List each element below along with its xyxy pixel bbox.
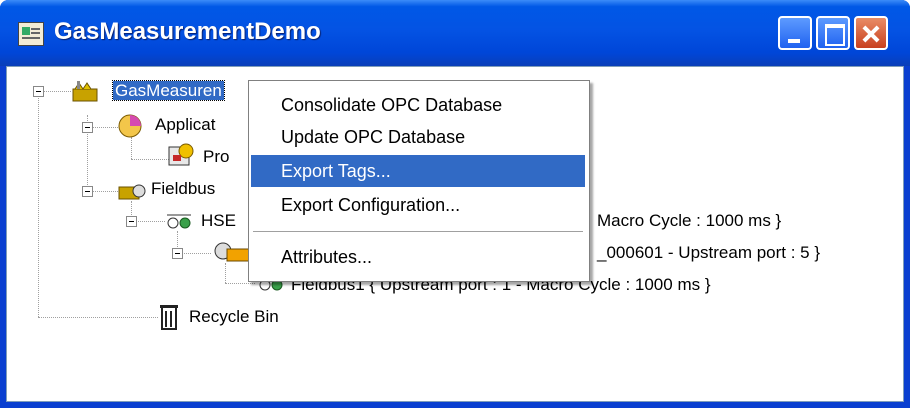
minimize-button[interactable]	[778, 16, 812, 50]
device-icon	[214, 242, 250, 262]
menu-item-consolidate-opc-database[interactable]: Consolidate OPC Database	[251, 89, 585, 121]
collapse-hse-toggle[interactable]	[126, 216, 137, 227]
menu-item-update-opc-database[interactable]: Update OPC Database	[251, 121, 585, 153]
tree-node-device-details: _000601 - Upstream port : 5 }	[597, 243, 821, 262]
maximize-button[interactable]	[816, 16, 850, 50]
collapse-fieldbus-toggle[interactable]	[82, 186, 93, 197]
collapse-application-toggle[interactable]	[82, 122, 93, 133]
app-window: GasMeasurementDemo GasMeasuren Applicat …	[0, 0, 910, 408]
context-menu: Consolidate OPC Database Update OPC Data…	[248, 80, 590, 282]
menu-item-export-tags[interactable]: Export Tags...	[251, 155, 585, 187]
app-icon[interactable]	[18, 22, 44, 46]
tree-node-fieldbus[interactable]: Fieldbus	[151, 179, 215, 199]
menu-separator	[253, 231, 583, 232]
close-button[interactable]	[854, 16, 888, 50]
tree-node-application[interactable]: Applicat	[155, 115, 215, 135]
menu-item-attributes[interactable]: Attributes...	[251, 241, 585, 273]
title-bar[interactable]: GasMeasurementDemo	[0, 0, 910, 66]
menu-item-export-configuration[interactable]: Export Configuration...	[251, 189, 585, 221]
tree-node-recycle-bin[interactable]: Recycle Bin	[189, 307, 279, 327]
plant-icon	[72, 81, 98, 102]
tree-node-root[interactable]: GasMeasuren	[112, 80, 225, 101]
fieldbus-icon	[118, 184, 146, 200]
hse-network-icon	[167, 214, 191, 229]
recycle-bin-icon	[160, 305, 178, 330]
application-icon	[118, 114, 142, 138]
tree-node-hse-details: Macro Cycle : 1000 ms }	[597, 211, 782, 230]
program-icon	[168, 143, 194, 166]
window-title: GasMeasurementDemo	[54, 18, 321, 45]
tree-node-hse[interactable]: HSE	[201, 211, 236, 231]
collapse-root-toggle[interactable]	[33, 86, 44, 97]
collapse-device-toggle[interactable]	[172, 248, 183, 259]
tree-node-program[interactable]: Pro	[203, 147, 229, 167]
